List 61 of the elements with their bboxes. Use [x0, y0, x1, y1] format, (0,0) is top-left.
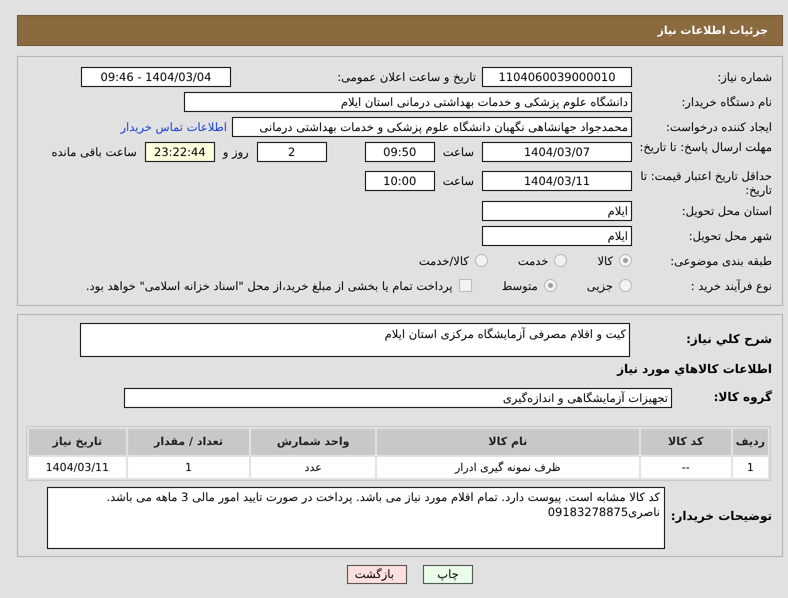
table-cell: 1 — [128, 456, 250, 478]
column-header: نام کالا — [376, 428, 639, 455]
print-button[interactable]: چاپ — [423, 564, 473, 584]
table-cell: 1404/03/11 — [29, 456, 126, 478]
field-label: ساعت باقی مانده — [52, 145, 137, 159]
goods-group-field: تجهیزات آزمایشگاهی و اندازه‌گیری — [124, 388, 672, 408]
field-label: گروه کالا: — [712, 390, 773, 406]
buyer-field: دانشگاه علوم پزشکی و خدمات بهداشتی درمانی استان ایلام — [184, 92, 632, 112]
need-number-field: 1104060039000010 — [482, 67, 632, 87]
field-label: طبقه بندی موضوعی: — [669, 254, 773, 268]
field-label: مهلت ارسال پاسخ: تا تاریخ: — [638, 140, 773, 154]
buyer-contact-link[interactable]: اطلاعات تماس خریدار — [120, 120, 227, 134]
radio-button[interactable] — [554, 254, 568, 268]
field-label: استان محل تحویل: — [680, 204, 773, 218]
table-cell: ظرف نمونه گیری ادرار — [376, 456, 639, 478]
back-button[interactable]: بازگشت — [347, 564, 407, 584]
column-header: واحد شمارش — [251, 428, 375, 455]
field-label: توضیحات خریدار: — [670, 508, 773, 524]
column-header: کد کالا — [640, 428, 731, 455]
province-field: ایلام — [482, 200, 632, 221]
validity-date-field: 1404/03/11 — [482, 171, 632, 191]
table-cell: 1 — [732, 456, 768, 478]
buyer-notes-text-area: کد کالا مشابه است. پیوست دارد. تمام اقلام مورد نیاز می باشد. پرداخت در صورت تایید امور مالی 3 ماهه می باشد. ناصری09183278875 — [47, 486, 665, 549]
creator-field: محمدجواد جهانشاهی نگهبان دانشگاه علوم پزشکی و خدمات بهداشتی درمانی — [232, 117, 632, 137]
deadline-date-field: 1404/03/07 — [482, 142, 632, 162]
radio-button[interactable] — [474, 254, 488, 268]
radio-button[interactable] — [619, 254, 632, 268]
option-label: پرداخت تمام یا بخشی از مبلغ خرید،از محل "اسناد خزانه اسلامی" خواهد بود. — [86, 278, 453, 293]
option-label: کالا — [597, 254, 613, 268]
city-field: ایلام — [482, 226, 632, 246]
field-label: شهر محل تحویل: — [688, 228, 773, 243]
option-label: خدمت — [518, 254, 548, 268]
column-header: تاریخ نیاز — [29, 428, 126, 455]
column-header: تعداد / مقدار — [128, 428, 250, 455]
table-cell: -- — [640, 456, 731, 478]
field-label: تاریخ و ساعت اعلان عمومی: — [337, 70, 476, 84]
column-header: ردیف — [732, 428, 768, 455]
radio-button[interactable] — [619, 279, 632, 292]
section-heading: اطلاعات کالاهاي مورد نياز — [616, 360, 773, 378]
summary-text-area: کیت و اقلام مصرفی آزمایشگاه مرکزی استان ایلام — [80, 322, 630, 357]
option-label: متوسط — [502, 278, 538, 293]
field-label: شرح کلي نياز: — [685, 332, 773, 348]
validity-time-field: 10:00 — [364, 171, 435, 191]
remaining-time-field: 23:22:44 — [144, 142, 215, 162]
field-label: نام دستگاه خریدار: — [680, 94, 773, 110]
field-label: ساعت — [442, 174, 474, 188]
checkbox[interactable] — [458, 279, 472, 292]
radio-button[interactable] — [544, 279, 557, 292]
option-label: کالا/خدمت — [418, 254, 469, 268]
field-label: نوع فرآیند خرید : — [690, 278, 773, 293]
announce-date-field: 1404/03/04 - 09:46 — [81, 67, 231, 87]
deadline-time-field: 09:50 — [364, 142, 435, 162]
field-label: شماره نیاز: — [716, 70, 773, 84]
days-field: 2 — [256, 142, 327, 162]
field-label: حداقل تاریخ اعتبار قیمت: تا تاریخ: — [639, 169, 773, 198]
page-title: جزئیات اطلاعات نیاز — [658, 24, 768, 37]
field-label: ایجاد کننده درخواست: — [665, 120, 773, 134]
field-label: ساعت — [442, 145, 474, 159]
field-label: روز و — [222, 145, 249, 159]
table-cell: عدد — [251, 456, 375, 478]
option-label: جزیی — [586, 278, 613, 293]
